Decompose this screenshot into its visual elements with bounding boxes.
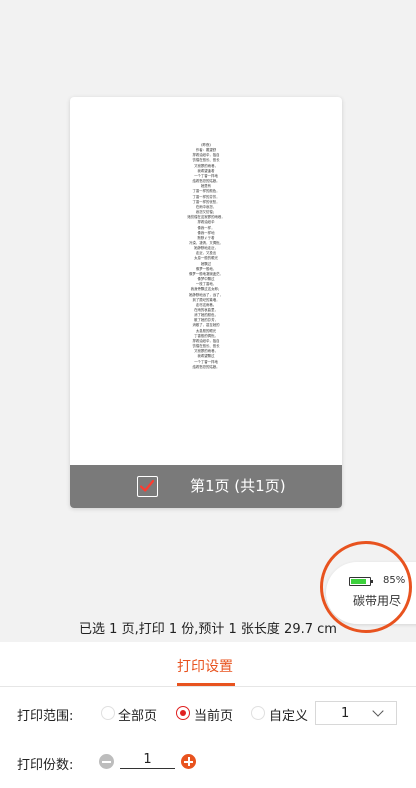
battery-icon (349, 577, 373, 586)
print-settings-panel: 打印设置 打印范围: 全部页 当前页 自定义 1 打印份数: (0, 642, 416, 788)
copies-input[interactable] (120, 751, 175, 769)
radio-all-pages[interactable] (101, 706, 115, 720)
radio-custom-range[interactable] (251, 706, 265, 720)
radio-current-page-label[interactable]: 当前页 (194, 705, 233, 724)
decrease-copies-button[interactable] (99, 754, 114, 769)
increase-copies-button[interactable] (181, 754, 196, 769)
page-footer-bar: 第1页 (共1页) (70, 465, 342, 508)
battery-level-fill (351, 579, 367, 584)
page-preview-card[interactable]: 《昨夜》 作者：戴望舒 撑着油纸伞，独自 彷徨在悠长、悠长 又寂寥的雨巷， 我希望逢着 一个… (70, 97, 342, 508)
custom-page-select[interactable]: 1 (315, 701, 397, 725)
page-select-checkbox[interactable] (137, 476, 158, 497)
radio-current-page[interactable] (176, 706, 190, 720)
checkmark-icon (139, 479, 155, 492)
ribbon-status-text: 碳带用尽 (353, 594, 402, 608)
poem-line: 结着愁怨的姑娘。 (192, 364, 220, 369)
custom-page-value: 1 (341, 706, 350, 721)
radio-all-pages-label[interactable]: 全部页 (118, 705, 157, 724)
tab-label: 打印设置 (177, 659, 233, 675)
tab-print-settings[interactable]: 打印设置 (0, 642, 416, 687)
tab-active-indicator (177, 683, 235, 686)
print-copies-label: 打印份数: (17, 758, 74, 773)
radio-custom-range-label[interactable]: 自定义 (269, 705, 308, 724)
page-count-label: 第1页 (共1页) (190, 477, 286, 495)
page-content: 《昨夜》 作者：戴望舒 撑着油纸伞，独自 彷徨在悠长、悠长 又寂寥的雨巷， 我希望逢着 一个… (70, 143, 342, 370)
battery-percent: 85% (383, 575, 406, 586)
print-summary: 已选 1 页,打印 1 份,预计 1 张长度 29.7 cm (79, 622, 337, 637)
print-range-label: 打印范围: (17, 709, 74, 724)
chevron-down-icon (372, 705, 384, 717)
